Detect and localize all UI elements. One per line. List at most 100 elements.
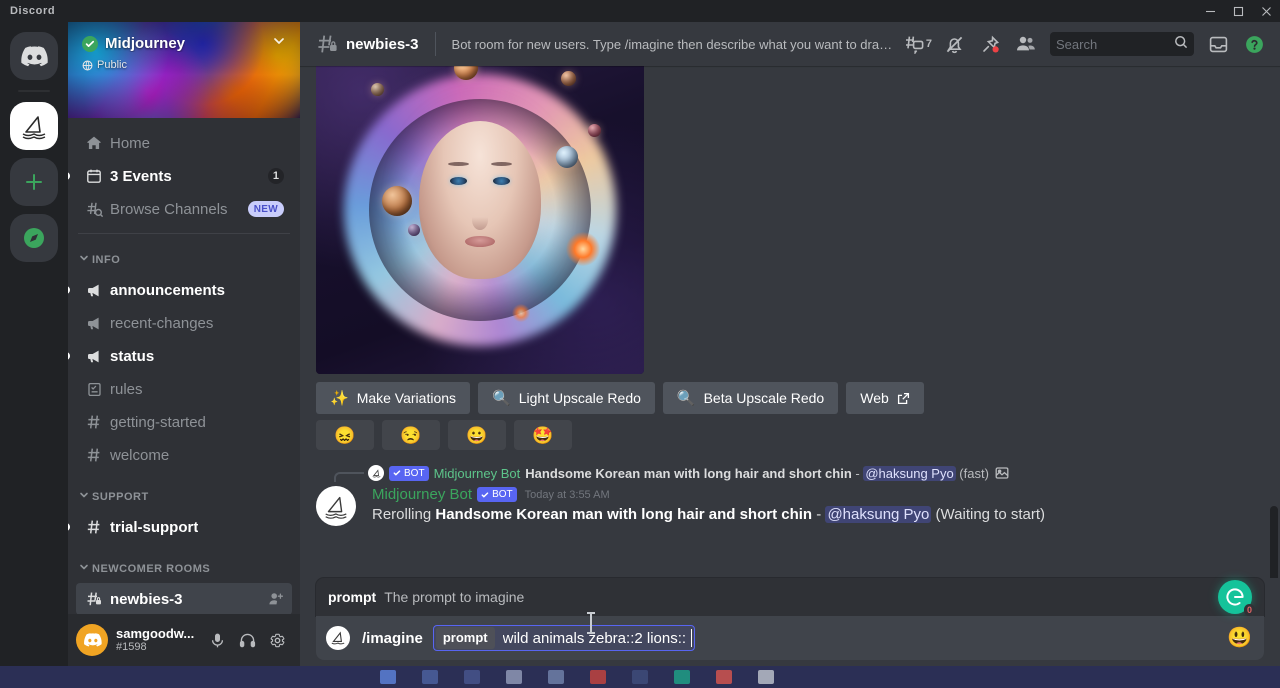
sidebar-item-newbies-3[interactable]: newbies-3	[76, 583, 292, 614]
server-banner-header[interactable]: Midjourney Public	[68, 22, 300, 118]
image-planet-4	[382, 186, 412, 216]
grammarly-icon[interactable]: 0	[1218, 580, 1255, 616]
hash-icon	[84, 517, 104, 537]
channel-list: Home 3 Events 1 Browse Channels NEW INFO…	[68, 118, 300, 614]
threads-icon[interactable]: 7	[902, 28, 934, 60]
reaction-confounded[interactable]: 😖	[316, 420, 374, 450]
reply-context[interactable]: BOT Midjourney Bot Handsome Korean man w…	[334, 462, 1264, 484]
sidebar-item-trial-support[interactable]: trial-support	[68, 511, 292, 543]
unread-dot	[68, 523, 70, 531]
sidebar-item-browse-channels[interactable]: Browse Channels NEW	[76, 193, 292, 225]
command-option-value: wild animals zebra::2 lions::	[502, 629, 687, 647]
midjourney-sailboat-icon	[10, 102, 58, 150]
generated-image[interactable]	[316, 66, 644, 374]
chevron-down-icon[interactable]	[272, 34, 286, 53]
inbox-icon[interactable]	[1202, 28, 1234, 60]
search-placeholder: Search	[1056, 36, 1098, 52]
message-author[interactable]: Midjourney Bot	[372, 486, 472, 503]
taskbar-app-8[interactable]	[674, 670, 690, 684]
rail-item-server-midjourney[interactable]	[10, 102, 58, 150]
gear-icon[interactable]	[262, 625, 292, 655]
sidebar-item-label: getting-started	[110, 413, 206, 431]
avatar[interactable]	[326, 626, 350, 650]
reaction-star-struck[interactable]: 🤩	[514, 420, 572, 450]
reply-prompt: Handsome Korean man with long hair and s…	[525, 465, 852, 481]
sidebar-item-status[interactable]: status	[68, 340, 292, 372]
message-scrollbar[interactable]	[1270, 506, 1278, 578]
rail-item-discord-home[interactable]	[10, 32, 58, 80]
image-glow-spark-2	[512, 304, 530, 322]
light-upscale-redo-button[interactable]: 🔍 Light Upscale Redo	[478, 382, 655, 414]
globe-icon	[82, 60, 93, 70]
taskbar-app-6[interactable]	[590, 670, 606, 684]
help-icon[interactable]	[1238, 28, 1270, 60]
composer-actions: 😃	[1227, 628, 1252, 648]
taskbar-app-10[interactable]	[758, 670, 774, 684]
emoji-picker-icon[interactable]: 😃	[1227, 628, 1252, 648]
close-icon[interactable]	[1252, 0, 1280, 22]
invite-person-icon[interactable]	[268, 591, 284, 607]
message-mention[interactable]: @haksung Pyo	[825, 506, 932, 523]
command-option-hint: prompt The prompt to imagine	[316, 578, 1264, 616]
member-list-icon[interactable]	[1010, 28, 1042, 60]
button-label: Web	[860, 390, 889, 406]
notification-muted-icon[interactable]	[938, 28, 970, 60]
maximize-icon[interactable]	[1224, 0, 1252, 22]
message: Midjourney Bot BOT Today at 3:55 AM Rero…	[316, 484, 1264, 526]
taskbar-app-1[interactable]	[380, 670, 396, 684]
reaction-unamused[interactable]: 😒	[382, 420, 440, 450]
button-label: Light Upscale Redo	[518, 390, 641, 406]
hash-lock-icon	[84, 589, 104, 609]
reply-mention[interactable]: @haksung Pyo	[863, 465, 956, 481]
taskbar-app-7[interactable]	[632, 670, 648, 684]
message-composer[interactable]: /imagine prompt wild animals zebra::2 li…	[316, 616, 1264, 660]
sidebar-item-recent-changes[interactable]: recent-changes	[76, 307, 292, 339]
category-newcomer-rooms[interactable]: NEWCOMER ROOMS	[76, 557, 292, 581]
minimize-icon[interactable]	[1196, 0, 1224, 22]
reply-preview: Handsome Korean man with long hair and s…	[525, 465, 1009, 481]
avatar[interactable]	[76, 624, 108, 656]
user-info[interactable]: samgoodw... #1598	[116, 626, 202, 654]
sidebar-item-announcements[interactable]: announcements	[68, 274, 292, 306]
search-input[interactable]: Search	[1050, 32, 1194, 56]
microphone-icon[interactable]	[202, 625, 232, 655]
sidebar-item-home[interactable]: Home	[76, 127, 292, 159]
category-support[interactable]: SUPPORT	[76, 485, 292, 509]
sidebar-item-rules[interactable]: rules	[76, 373, 292, 405]
taskbar-app-9[interactable]	[716, 670, 732, 684]
app-title: Discord	[10, 5, 56, 17]
os-taskbar	[0, 666, 1280, 688]
avatar[interactable]	[316, 486, 356, 526]
category-label: NEWCOMER ROOMS	[92, 563, 211, 575]
sidebar-item-events[interactable]: 3 Events 1	[68, 160, 292, 192]
pinned-messages-icon[interactable]	[974, 28, 1006, 60]
message-list[interactable]: ✨ Make Variations 🔍 Light Upscale Redo 🔍…	[300, 66, 1280, 578]
reaction-grinning[interactable]: 😀	[448, 420, 506, 450]
taskbar-app-5[interactable]	[548, 670, 564, 684]
rail-item-explore-servers[interactable]	[10, 214, 58, 262]
taskbar-app-2[interactable]	[422, 670, 438, 684]
reply-author[interactable]: Midjourney Bot	[434, 466, 521, 481]
web-link-button[interactable]: Web	[846, 382, 924, 414]
channel-topic[interactable]: Bot room for new users. Type /imagine th…	[452, 37, 900, 52]
sidebar-item-welcome[interactable]: welcome	[76, 439, 292, 471]
beta-upscale-redo-button[interactable]: 🔍 Beta Upscale Redo	[662, 382, 839, 414]
taskbar-app-3[interactable]	[464, 670, 480, 684]
make-variations-button[interactable]: ✨ Make Variations	[316, 382, 471, 414]
rail-item-add-server[interactable]	[10, 158, 58, 206]
sidebar-item-label: Browse Channels	[110, 200, 228, 218]
taskbar-app-4[interactable]	[506, 670, 522, 684]
sidebar-item-getting-started[interactable]: getting-started	[76, 406, 292, 438]
reply-suffix: (fast)	[955, 465, 989, 481]
header-divider	[434, 32, 436, 56]
channel-header: newbies-3 Bot room for new users. Type /…	[300, 22, 1280, 66]
sidebar-divider	[78, 233, 290, 234]
command-option-chip[interactable]: prompt wild animals zebra::2 lions::	[432, 625, 696, 651]
message-header: Midjourney Bot BOT Today at 3:55 AM	[372, 486, 1264, 503]
category-info[interactable]: INFO	[76, 248, 292, 272]
headphones-icon[interactable]	[232, 625, 262, 655]
command-arg-name: prompt	[328, 589, 377, 605]
events-count-badge: 1	[267, 168, 284, 184]
text-caret	[691, 629, 693, 647]
message-dash: -	[812, 506, 826, 523]
